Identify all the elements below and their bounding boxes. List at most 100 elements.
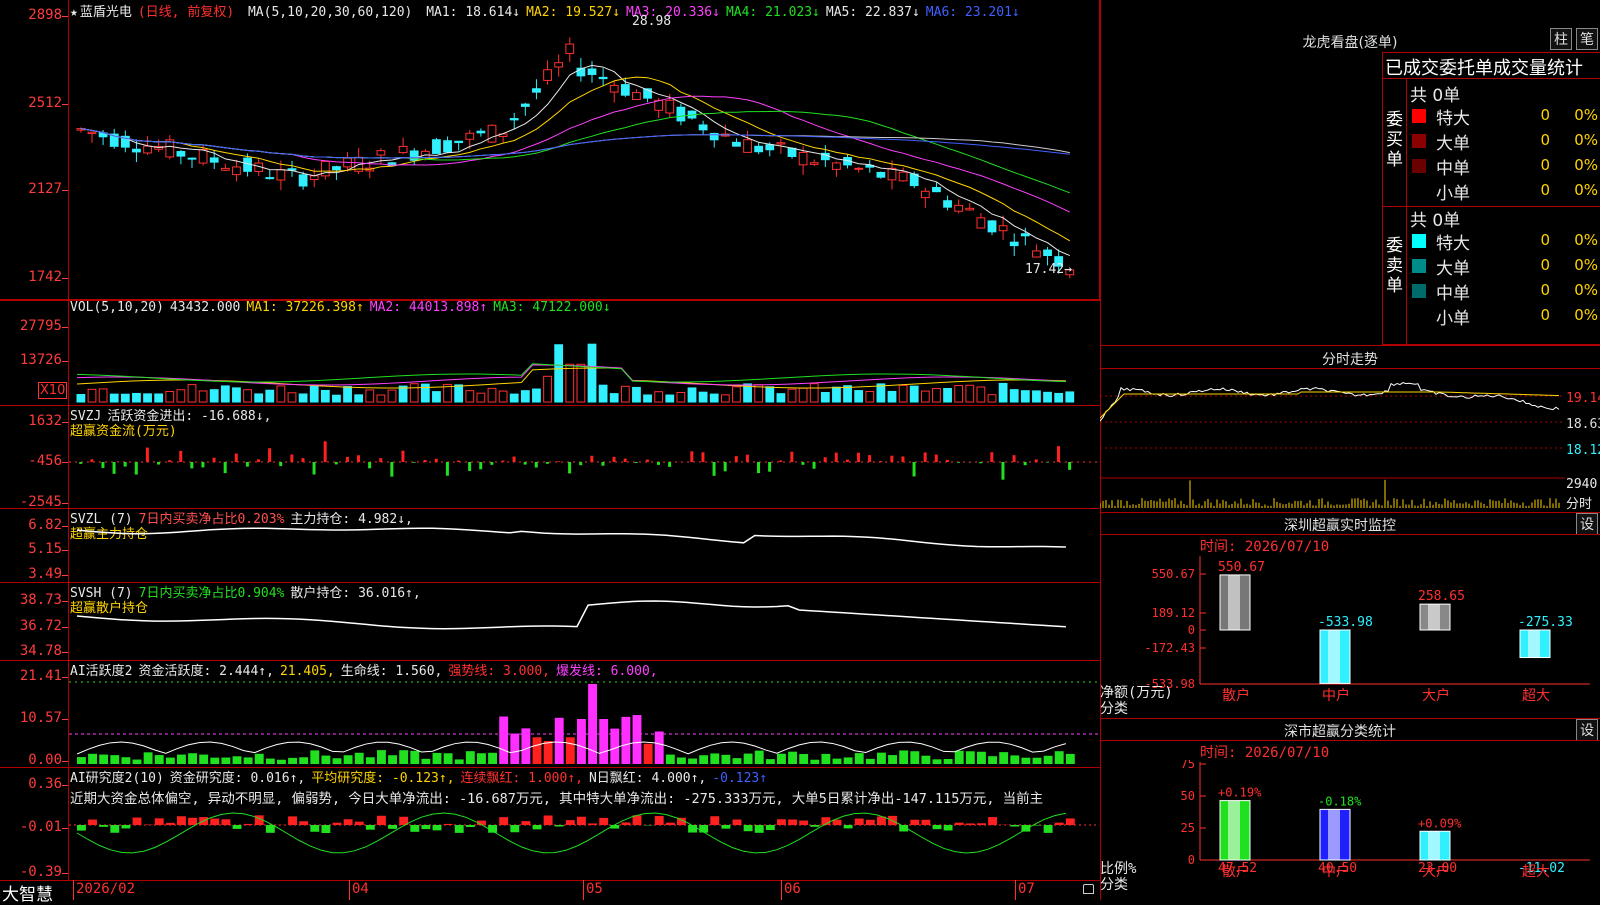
candle [833,163,841,169]
sz-monitor-chart[interactable]: 550.67189.120-172.43-533.98550.67散户-533.… [1100,554,1600,714]
svzj-bar [1013,455,1016,462]
candle [1033,251,1041,257]
ai-active-bar [355,753,364,764]
volume-bar [766,387,774,402]
ma-values: MA1: 18.614↓MA2: 19.527↓MA3: 20.336↓MA4:… [426,5,1026,20]
intraday-price-line [1100,383,1559,422]
volume-bar [166,391,174,402]
volume-bar [544,376,552,402]
y-axis-tick [62,873,68,874]
bar-highlight [1228,575,1240,630]
ai-active-bar [888,755,897,764]
bar-value-label: 550.67 [1218,560,1265,575]
y-axis-label: 21.41 [2,668,62,684]
ai-research-bar [299,821,308,825]
svsh-chart[interactable] [69,596,1099,660]
ai-research-bar [744,825,753,831]
candle [555,63,563,67]
ai-research-bar [233,825,242,829]
ai-active-bar [533,737,542,764]
ai-research-bar [221,819,230,825]
bar-mode-button[interactable]: 柱 [1550,28,1572,50]
svzl-chart[interactable] [69,520,1099,582]
order-type-label: 中单 [1436,279,1470,304]
svzj-chart[interactable] [69,420,1099,508]
ai-research-header: AI研究度2(10)资金研究度: 0.016↑,平均研究度: -0.123↑,连… [70,767,773,786]
svzj-bar [279,462,282,466]
order-type-label: 特大 [1436,229,1470,254]
bar-chart-y-label: 550.67 [1152,567,1195,581]
ai-active-bar [621,717,630,764]
ai-active-chart[interactable] [69,672,1099,766]
volume-bar [233,388,241,402]
order-percent: 0% [1562,181,1598,199]
sz-class-time: 时间: 2026/07/10 [1200,742,1329,762]
ai-research-bar [933,825,942,829]
candle [677,107,685,121]
svzj-bar [90,459,93,462]
candlestick-chart[interactable] [69,20,1099,298]
y-axis-label: 0.00 [2,752,62,768]
candle [633,93,641,100]
ai-research-bar [921,820,930,825]
svzj-bar [846,460,849,462]
sz-monitor-settings-button[interactable]: 设 [1576,513,1598,535]
month-tick [73,880,74,900]
volume-chart[interactable] [69,312,1099,405]
ai-active-bar [988,756,997,764]
volume-bar [699,392,707,402]
sz-monitor-xlabel: 分类 [1100,698,1128,718]
volume-bar [110,394,118,402]
volume-bar [855,391,863,402]
candle [855,168,863,169]
candle [544,70,552,81]
svzj-bar [668,462,671,467]
candle [777,143,785,144]
order-percent: 0% [1562,281,1598,299]
ai-research-bar [366,825,375,830]
ai-active-bar [321,756,330,764]
ai-active-bar [699,755,708,764]
ai-research-bar [721,825,730,829]
ai-research-bar [966,823,975,825]
volume-bar [644,395,652,402]
candle [333,167,341,170]
ai-active-bar [521,728,530,764]
ai-research-bar [788,820,797,825]
volume-bar [877,384,885,402]
y-axis-tick [62,828,68,829]
svzj-bar [424,460,427,462]
sz-class-settings-button[interactable]: 设 [1576,719,1598,741]
ai-research-bar [1010,825,1019,827]
sz-class-chart[interactable]: 755025047.52+0.19%散户40.50-0.18%中户23.00+0… [1100,760,1600,900]
y-axis-tick [62,627,68,628]
ai-research-bar [510,825,519,832]
volume-bar [466,391,474,402]
period-label: (日线, 前复权) [138,5,234,20]
candle [1044,250,1052,255]
candle [933,187,941,191]
bar-category-label: 中户 [1322,863,1350,880]
svzj-bar [335,462,338,464]
svzj-bar [724,462,727,471]
ai-active-bar [399,750,408,764]
ai-active-bar [944,759,953,764]
tick-mode-button[interactable]: 笔 [1576,28,1598,50]
volume-bar [244,390,252,402]
bar-chart-y-label: 50 [1181,789,1195,803]
svzj-bar [468,462,471,471]
volume-bar [999,383,1007,402]
intraday-chart[interactable] [1100,370,1565,510]
ai-active-bar [566,737,575,764]
y-axis-label: -0.39 [2,864,62,880]
svzj-bar [557,461,560,462]
y-axis-label: 6.82 [2,517,62,533]
ai-research-description: 近期大资金总体偏空, 异动不明显, 偏弱势, 今日大单净流出: -16.687万… [70,787,1100,807]
volume-bar [910,386,918,402]
lock-icon[interactable] [1083,884,1094,894]
volume-bar [355,395,363,402]
ai-active-bar [677,758,686,764]
ai-active-bar [766,759,775,764]
ai-research-chart[interactable] [69,805,1099,880]
volume-bar [555,345,563,402]
